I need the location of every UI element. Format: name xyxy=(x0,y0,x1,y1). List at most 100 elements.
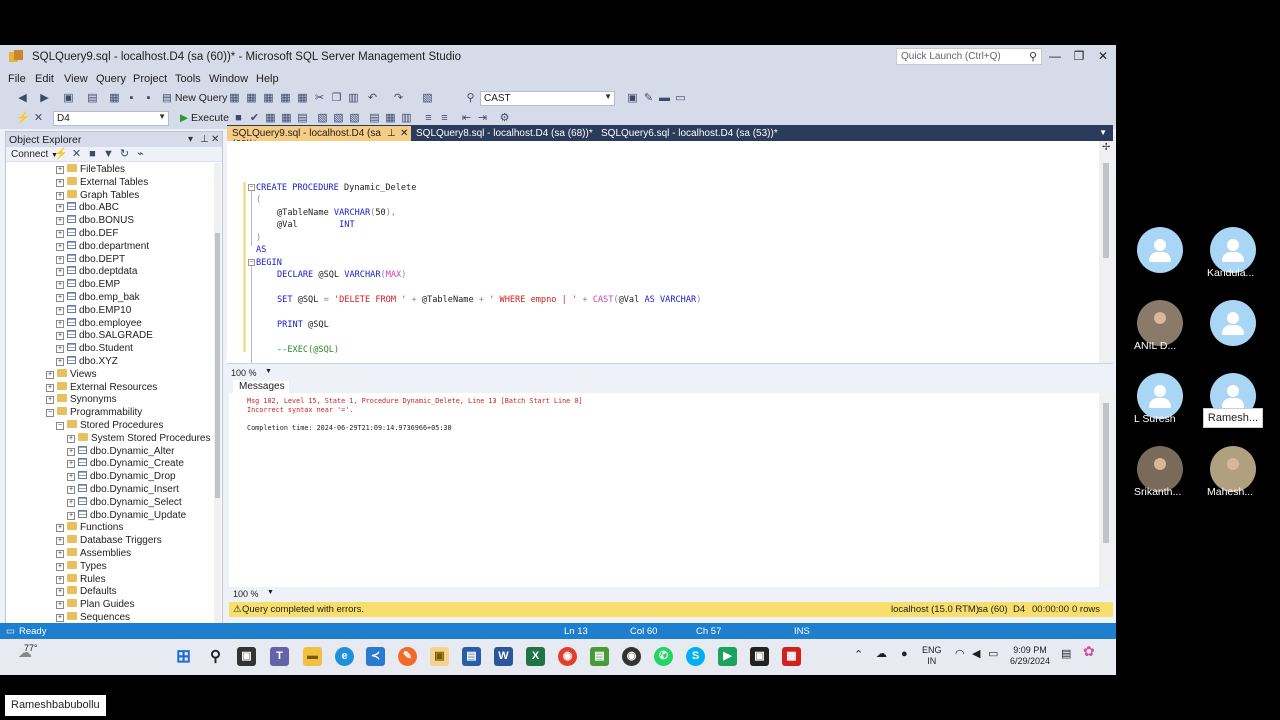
toolbox-icon[interactable]: ▬ xyxy=(658,92,671,105)
code-line[interactable]: PRINT @SQL xyxy=(277,319,329,331)
participant-avatar[interactable] xyxy=(1210,300,1256,346)
tree-item[interactable]: + dbo.Dynamic_Create xyxy=(67,457,184,470)
word-icon[interactable]: W xyxy=(494,647,513,666)
code-line[interactable]: DECLARE @SQL VARCHAR(MAX) xyxy=(277,269,406,281)
tree-item[interactable]: + FileTables xyxy=(56,163,125,176)
weather-widget[interactable]: ☁ 77° xyxy=(18,643,38,661)
menu-help[interactable]: Help xyxy=(256,73,279,85)
code-line[interactable]: --EXEC(@SQL) xyxy=(277,344,339,356)
back-icon[interactable]: ◀ xyxy=(16,92,29,105)
tree-item[interactable]: + System Stored Procedures xyxy=(67,432,211,445)
expand-icon[interactable]: + xyxy=(56,217,64,226)
collapse-icon[interactable]: − xyxy=(56,422,64,430)
mdx-query-icon[interactable]: ▦ xyxy=(262,92,275,105)
menu-view[interactable]: View xyxy=(64,73,88,85)
code-line[interactable]: AS xyxy=(256,244,266,256)
expand-icon[interactable]: + xyxy=(56,319,64,328)
database-engine-query-icon[interactable]: ▦ xyxy=(228,92,241,105)
edge-icon[interactable]: e xyxy=(335,647,354,666)
activity-monitor-icon[interactable]: ⌁ xyxy=(134,148,147,161)
save-all-icon[interactable]: ▪ xyxy=(142,92,155,105)
copy-icon[interactable]: ❐ xyxy=(330,92,343,105)
messages-zoom-value[interactable]: 100 % xyxy=(233,589,259,599)
mic-icon[interactable]: ● xyxy=(901,649,908,660)
paste-icon[interactable]: ▥ xyxy=(347,92,360,105)
tree-item[interactable]: + Assemblies xyxy=(56,547,131,560)
code-line[interactable]: @TableName VARCHAR(50), xyxy=(277,207,396,219)
menu-window[interactable]: Window xyxy=(209,73,248,85)
minimize-icon[interactable]: — xyxy=(1045,49,1065,63)
chrome-icon[interactable]: ◉ xyxy=(558,647,577,666)
messages-pane[interactable]: Msg 102, Level 15, State 1, Procedure Dy… xyxy=(229,393,1113,587)
close-icon[interactable]: ✕ xyxy=(211,134,219,145)
code-line[interactable]: CREATE PROCEDURE Dynamic_Delete xyxy=(256,182,416,194)
volume-icon[interactable]: ◀ xyxy=(972,649,980,660)
cut-icon[interactable]: ✂ xyxy=(313,92,326,105)
database-combo[interactable]: D4 ▼ xyxy=(53,111,169,126)
client-stats-icon[interactable]: ▧ xyxy=(348,112,361,125)
expand-icon[interactable]: + xyxy=(56,524,64,533)
expand-icon[interactable]: + xyxy=(56,306,64,315)
code-line[interactable]: SET @SQL = 'DELETE FROM ' + @TableName +… xyxy=(277,294,701,306)
stop-icon[interactable]: ■ xyxy=(86,148,99,161)
pin-icon[interactable]: ⊥ xyxy=(200,134,209,145)
fold-toggle-icon[interactable]: − xyxy=(248,258,255,266)
intellisense-icon[interactable]: ▤ xyxy=(296,112,309,125)
refresh-icon[interactable]: ↻ xyxy=(118,148,131,161)
search-icon[interactable]: ⚲ xyxy=(206,647,225,666)
query-options-icon[interactable]: ▦ xyxy=(280,112,293,125)
expand-icon[interactable]: + xyxy=(56,191,64,200)
save-icon[interactable]: ▪ xyxy=(125,92,138,105)
window-layout-icon[interactable]: ▭ xyxy=(674,92,687,105)
menu-file[interactable]: File xyxy=(8,73,26,85)
collapse-icon[interactable]: − xyxy=(46,409,54,418)
fold-toggle-icon[interactable]: − xyxy=(248,184,255,191)
tab-sqlquery6[interactable]: SQLQuery6.sql - localhost.D4 (sa (53))* xyxy=(596,126,783,141)
tree-item[interactable]: + Synonyms xyxy=(46,393,117,406)
tray-overflow-icon[interactable]: ⌃ xyxy=(854,650,863,661)
expand-icon[interactable]: + xyxy=(67,511,75,520)
skype-icon[interactable]: S xyxy=(686,647,705,666)
ssms-taskbar-icon[interactable]: ▣ xyxy=(430,647,449,666)
expand-icon[interactable]: + xyxy=(67,473,75,482)
obs-icon[interactable]: ◉ xyxy=(622,647,641,666)
tree-item[interactable]: + dbo.Dynamic_Drop xyxy=(67,470,176,483)
wifi-icon[interactable]: ◠ xyxy=(955,649,965,660)
uncomment-icon[interactable]: ≡ xyxy=(438,112,451,125)
messages-tab[interactable]: ▤ Messages xyxy=(233,380,289,394)
expand-icon[interactable]: + xyxy=(56,166,64,174)
excel-icon[interactable]: X xyxy=(526,647,545,666)
increase-indent-icon[interactable]: ⇥ xyxy=(476,112,489,125)
expand-icon[interactable]: + xyxy=(56,268,64,277)
results-to-text-icon[interactable]: ▤ xyxy=(368,112,381,125)
comment-icon[interactable]: ≡ xyxy=(422,112,435,125)
tree-item[interactable]: + dbo.DEPT xyxy=(56,253,125,266)
tab-sqlquery8[interactable]: SQLQuery8.sql - localhost.D4 (sa (68))* xyxy=(411,126,598,141)
tree-item[interactable]: + dbo.Dynamic_Alter xyxy=(67,445,174,458)
quick-launch-input[interactable]: Quick Launch (Ctrl+Q) ⚲ xyxy=(896,48,1042,65)
messages-scrollbar[interactable] xyxy=(1099,393,1113,587)
xmla-query-icon[interactable]: ▦ xyxy=(296,92,309,105)
disconnect-server-icon[interactable]: ✕ xyxy=(70,148,83,161)
cancel-query-icon[interactable]: ■ xyxy=(232,112,245,125)
task-view-icon[interactable]: ▣ xyxy=(237,647,256,666)
expand-icon[interactable]: + xyxy=(56,204,64,213)
expand-icon[interactable]: + xyxy=(67,460,75,469)
package-icon[interactable]: ▦ xyxy=(782,647,801,666)
tree-item[interactable]: + dbo.XYZ xyxy=(56,355,118,368)
chevron-down-icon[interactable]: ▾ xyxy=(188,134,193,145)
code-line[interactable]: @Val INT xyxy=(277,219,355,231)
find-combo[interactable]: CAST ▼ xyxy=(480,91,615,106)
menu-edit[interactable]: Edit xyxy=(35,73,54,85)
tree-scrollbar-thumb[interactable] xyxy=(215,233,220,498)
expand-icon[interactable]: + xyxy=(46,383,54,392)
postman-icon[interactable]: ✎ xyxy=(398,647,417,666)
expand-icon[interactable]: + xyxy=(67,434,75,443)
expand-icon[interactable]: + xyxy=(56,614,64,622)
tools-icon[interactable]: ✎ xyxy=(642,92,655,105)
battery-icon[interactable]: ▭ xyxy=(988,649,998,660)
properties-icon[interactable]: ▣ xyxy=(626,92,639,105)
expand-icon[interactable]: + xyxy=(56,588,64,597)
tree-item[interactable]: + dbo.deptdata xyxy=(56,265,137,278)
menu-query[interactable]: Query xyxy=(96,73,126,85)
